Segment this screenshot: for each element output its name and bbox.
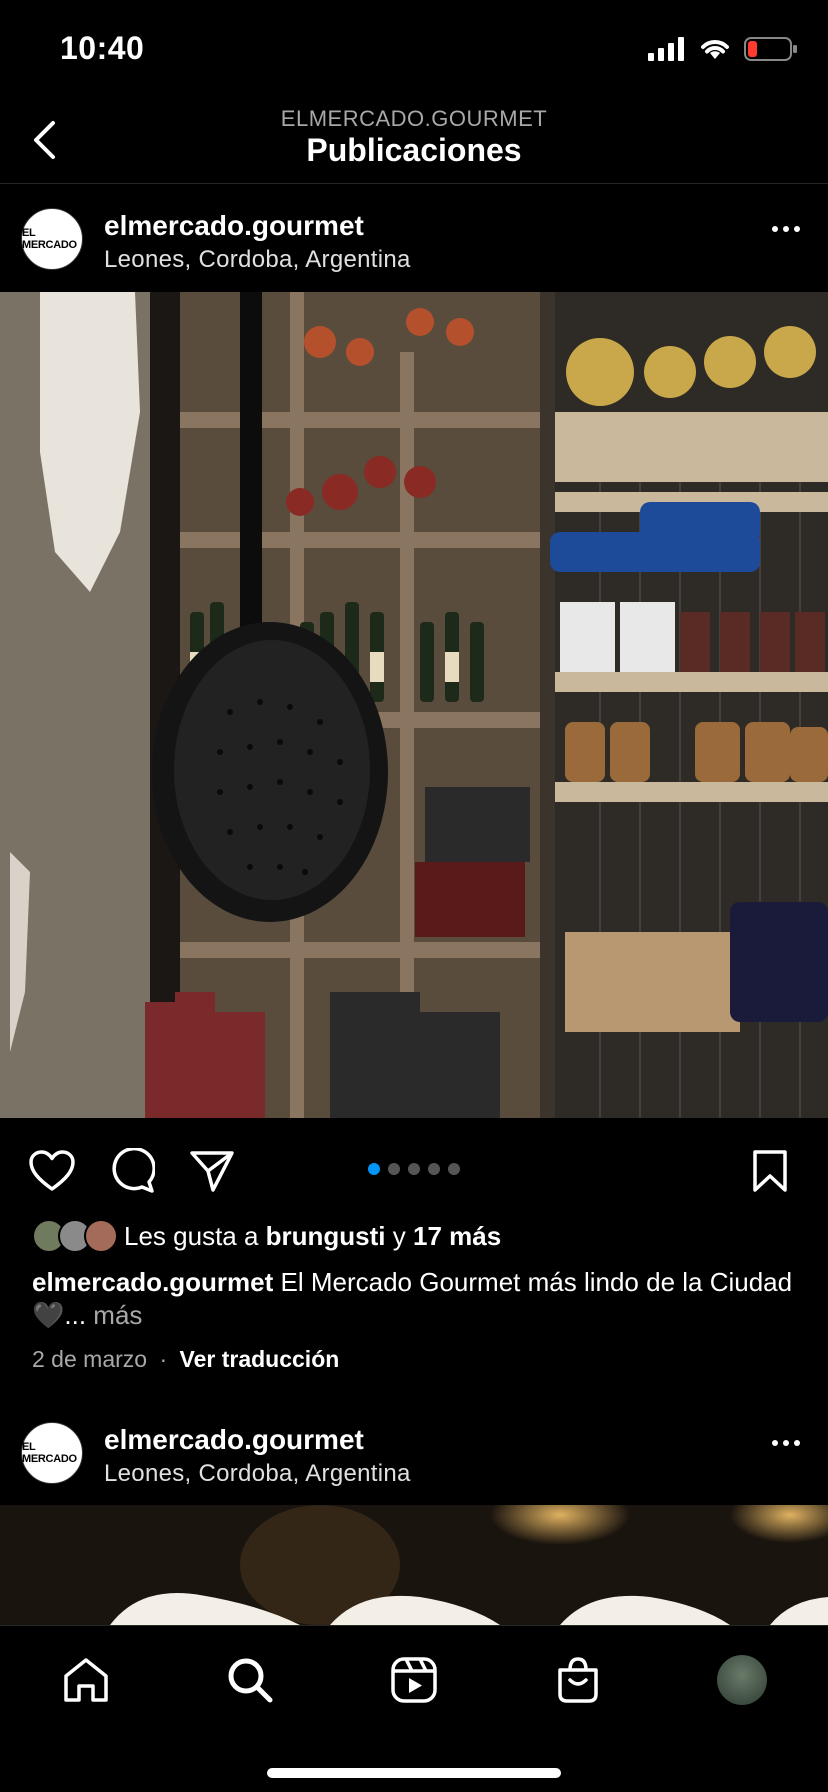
carousel-dot xyxy=(428,1163,440,1175)
comment-button[interactable] xyxy=(107,1146,157,1196)
post-date-row: 2 de marzo · Ver traducción xyxy=(32,1346,339,1373)
home-indicator[interactable] xyxy=(267,1768,561,1778)
liker-avatars xyxy=(32,1219,118,1253)
post-image[interactable] xyxy=(0,292,828,1118)
likes-text: Les gusta a brungusti y 17 más xyxy=(124,1221,501,1252)
shelf-scene-illustration xyxy=(0,292,828,1118)
status-bar: 10:40 xyxy=(0,0,828,100)
more-dot xyxy=(772,1440,778,1446)
liker-username[interactable]: brungusti xyxy=(266,1221,386,1251)
translate-link[interactable]: Ver traducción xyxy=(180,1346,340,1372)
more-options-button[interactable] xyxy=(772,226,800,232)
comment-icon xyxy=(112,1148,155,1193)
more-dot xyxy=(772,226,778,232)
share-button[interactable] xyxy=(187,1146,237,1196)
profile-avatar xyxy=(717,1655,767,1705)
post-actions xyxy=(0,1118,828,1218)
likes-others[interactable]: 17 más xyxy=(413,1221,501,1251)
caption-ellipsis: ... xyxy=(64,1300,94,1330)
post-header: EL MERCADO elmercado.gourmet Leones, Cor… xyxy=(0,186,828,292)
tab-reels[interactable] xyxy=(384,1650,444,1710)
post-location[interactable]: Leones, Cordoba, Argentina xyxy=(104,1460,411,1488)
blurred-lights-illustration xyxy=(0,1505,828,1625)
tab-shop[interactable] xyxy=(548,1650,608,1710)
post-date: 2 de marzo xyxy=(32,1346,148,1372)
save-button[interactable] xyxy=(745,1146,795,1196)
caption-more-link[interactable]: más xyxy=(93,1300,142,1330)
signal-icon xyxy=(648,37,684,61)
tab-home[interactable] xyxy=(56,1650,116,1710)
more-dot xyxy=(783,226,789,232)
carousel-dot xyxy=(408,1163,420,1175)
reels-icon xyxy=(391,1657,437,1703)
post-username[interactable]: elmercado.gourmet xyxy=(104,210,364,242)
heart-icon xyxy=(29,1150,75,1191)
more-dot xyxy=(794,226,800,232)
likes-row[interactable]: Les gusta a brungusti y 17 más xyxy=(32,1218,501,1254)
bookmark-icon xyxy=(753,1150,787,1192)
like-button[interactable] xyxy=(27,1146,77,1196)
page-title: Publicaciones xyxy=(306,132,522,168)
home-icon xyxy=(64,1658,108,1702)
caption-username[interactable]: elmercado.gourmet xyxy=(32,1267,273,1297)
more-options-button[interactable] xyxy=(772,1440,800,1446)
header-account-name: ELMERCADO.GOURMET xyxy=(280,106,548,131)
likes-mid: y xyxy=(385,1220,413,1251)
shop-icon xyxy=(558,1657,598,1703)
battery-icon xyxy=(744,37,797,61)
post-location[interactable]: Leones, Cordoba, Argentina xyxy=(104,246,411,274)
likes-prefix: Les gusta a xyxy=(124,1220,266,1251)
post-username[interactable]: elmercado.gourmet xyxy=(104,1424,364,1456)
carousel-indicator xyxy=(368,1163,460,1175)
nav-header: ELMERCADO.GOURMET Publicaciones xyxy=(0,100,828,184)
date-separator: · xyxy=(159,1346,168,1372)
post-caption: elmercado.gourmet El Mercado Gourmet más… xyxy=(32,1266,802,1332)
status-time: 10:40 xyxy=(60,30,145,66)
carousel-dot xyxy=(368,1163,380,1175)
more-dot xyxy=(783,1440,789,1446)
avatar[interactable]: EL MERCADO xyxy=(21,1422,83,1484)
more-dot xyxy=(794,1440,800,1446)
post-header: EL MERCADO elmercado.gourmet Leones, Cor… xyxy=(0,1400,828,1506)
carousel-dot xyxy=(388,1163,400,1175)
avatar xyxy=(84,1219,118,1253)
tab-search[interactable] xyxy=(220,1650,280,1710)
status-icons xyxy=(648,36,798,62)
share-icon xyxy=(190,1151,234,1192)
post-image[interactable] xyxy=(0,1505,828,1625)
bottom-tab-bar xyxy=(0,1625,828,1792)
avatar[interactable]: EL MERCADO xyxy=(21,208,83,270)
carousel-dot xyxy=(448,1163,460,1175)
tab-profile[interactable] xyxy=(712,1650,772,1710)
wifi-icon xyxy=(701,40,729,59)
search-icon xyxy=(228,1658,273,1703)
